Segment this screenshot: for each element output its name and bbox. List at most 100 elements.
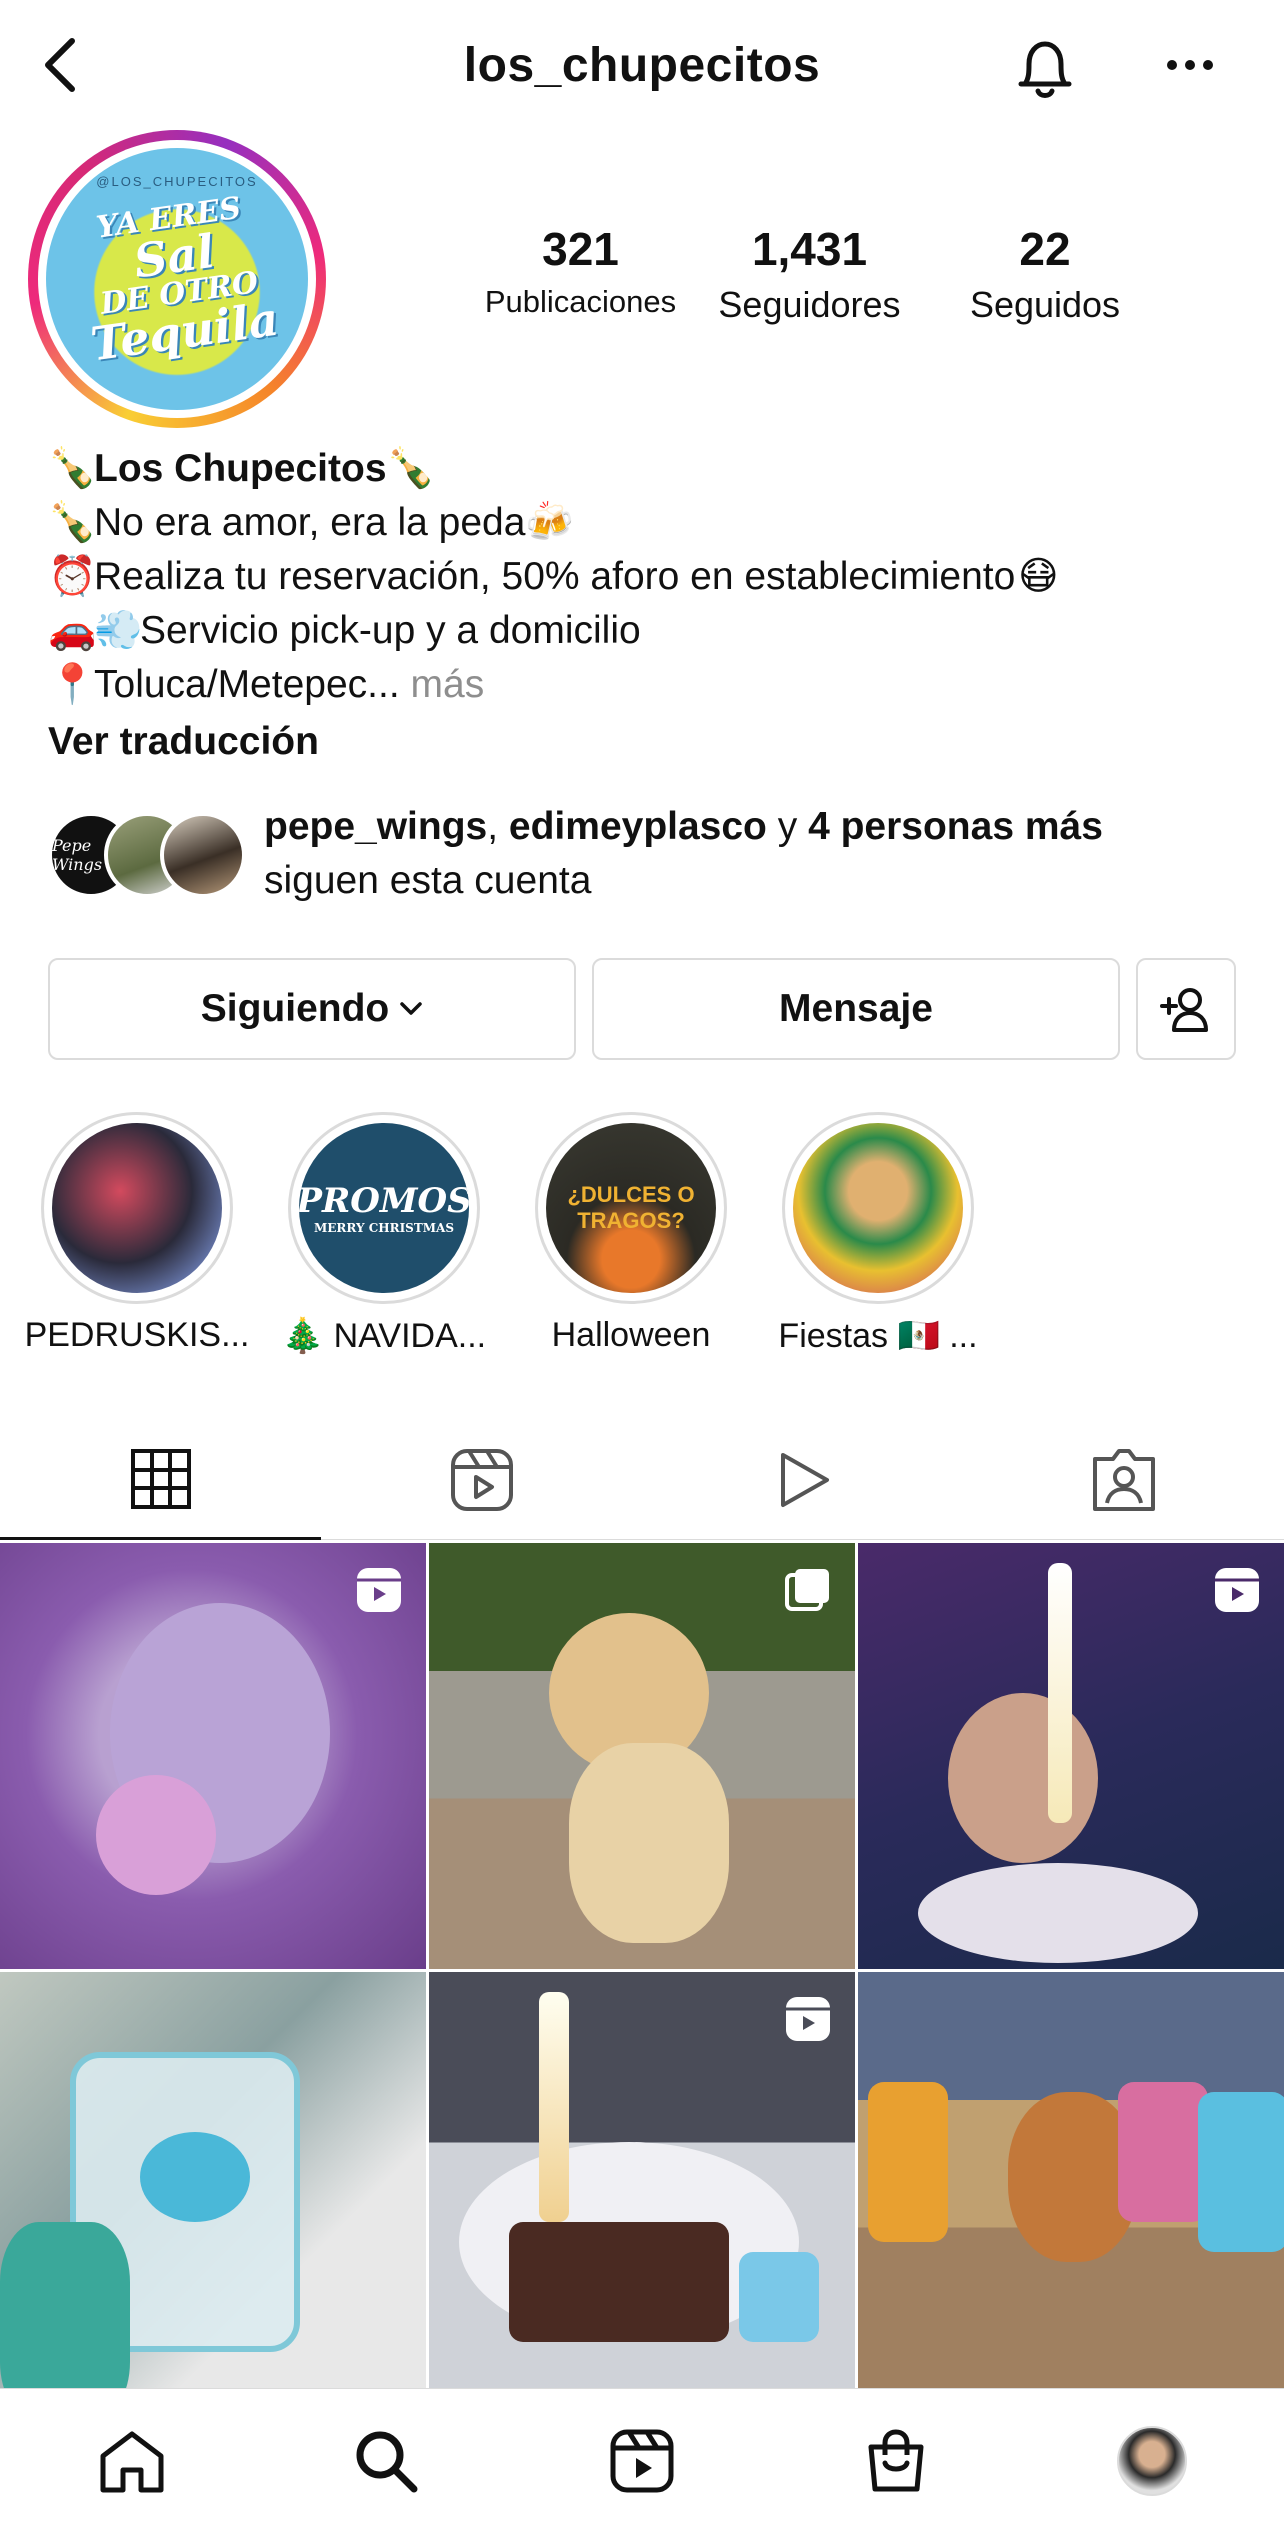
avatar-handle-text: @LOS_CHUPECITOS xyxy=(96,174,258,189)
bio-line-name: 🍾Los Chupecitos🍾 xyxy=(48,442,1248,496)
highlight-cover-text: PROMOS xyxy=(299,1181,469,1221)
message-button[interactable]: Mensaje xyxy=(592,958,1120,1060)
story-highlights: PEDRUSKIS... PROMOS MERRY CHRISTMAS 🎄 NAV… xyxy=(0,1112,1284,1372)
tab-videos[interactable] xyxy=(642,1420,963,1540)
post-image-detail xyxy=(569,1743,729,1943)
post-image-detail xyxy=(509,2222,729,2342)
stat-following-value: 22 xyxy=(1019,223,1071,275)
search-icon xyxy=(356,2431,418,2493)
post-image-detail xyxy=(140,2132,250,2222)
add-user-icon xyxy=(1160,988,1208,1032)
notifications-button[interactable] xyxy=(1005,30,1085,105)
profile-avatar-ring[interactable]: @LOS_CHUPECITOS YA ERES Sal DE OTRO Tequ… xyxy=(28,130,326,428)
profile-avatar xyxy=(1117,2426,1187,2496)
followed-by-text: pepe_wings, edimeyplasco y 4 personas má… xyxy=(264,800,1103,908)
bio-line-3: ⏰Realiza tu reservación, 50% aforo en es… xyxy=(48,550,1248,604)
post-image-detail xyxy=(539,1992,569,2222)
highlight-label: PEDRUSKIS... xyxy=(24,1316,250,1354)
post-image-detail xyxy=(0,2222,130,2398)
highlight-cover-text: ¿DULCES O TRAGOS? xyxy=(567,1182,695,1233)
grid-icon xyxy=(130,1448,191,1509)
clock-emoji: ⏰ xyxy=(48,554,97,599)
profile-bio: 🍾Los Chupecitos🍾 🍾No era amor, era la pe… xyxy=(48,442,1248,712)
page-title: los_chupecitos xyxy=(463,39,821,92)
post-thumbnail[interactable] xyxy=(0,1972,426,2398)
see-translation-link[interactable]: Ver traducción xyxy=(48,720,319,764)
post-image-detail xyxy=(739,2252,819,2342)
stat-following-label: Seguidos xyxy=(969,284,1121,325)
stat-posts-value: 321 xyxy=(542,223,619,275)
stat-followers[interactable]: 1,431 Seguidores xyxy=(702,222,917,326)
post-thumbnail[interactable] xyxy=(429,1972,855,2398)
suggested-users-button[interactable] xyxy=(1136,958,1236,1060)
bottle-emoji: 🍾 xyxy=(48,446,97,491)
follower-conjunction: y xyxy=(777,805,798,848)
shop-icon xyxy=(868,2429,924,2492)
top-bar: los_chupecitos xyxy=(0,0,1284,130)
reel-badge-icon xyxy=(1215,1568,1259,1612)
post-image-detail xyxy=(1198,2092,1284,2252)
bottle-emoji: 🍾 xyxy=(48,500,97,545)
post-image-detail xyxy=(1118,2082,1208,2222)
bio-text-5: Toluca/Metepec... xyxy=(94,663,400,706)
bio-line-5: 📍Toluca/Metepec... más xyxy=(48,658,1248,712)
post-thumbnail[interactable] xyxy=(858,1972,1284,2398)
chevron-down-icon xyxy=(400,1002,422,1015)
carousel-badge-icon xyxy=(785,1569,829,1611)
highlight-label: 🎄 NAVIDA... xyxy=(281,1317,487,1355)
highlight-item[interactable]: Fiestas 🇲🇽 ... xyxy=(753,1112,1003,1356)
message-label: Mensaje xyxy=(779,987,933,1030)
highlight-item[interactable]: PROMOS MERRY CHRISTMAS 🎄 NAVIDA... xyxy=(259,1112,509,1356)
nav-search[interactable] xyxy=(336,2411,436,2511)
nav-reels[interactable] xyxy=(592,2411,692,2511)
dash-emoji: 💨 xyxy=(94,608,143,653)
highlight-ring xyxy=(782,1112,974,1304)
stat-following[interactable]: 22 Seguidos xyxy=(945,222,1145,326)
follower-others: 4 personas más xyxy=(808,805,1103,848)
post-thumbnail[interactable] xyxy=(858,1543,1284,1969)
highlight-ring: PROMOS MERRY CHRISTMAS xyxy=(288,1112,480,1304)
stat-followers-value: 1,431 xyxy=(751,223,868,275)
stat-posts-label: Publicaciones xyxy=(484,284,677,319)
post-image-detail xyxy=(96,1775,216,1895)
bio-text-4: Servicio pick-up y a domicilio xyxy=(140,609,641,652)
profile-avatar-frame: @LOS_CHUPECITOS YA ERES Sal DE OTRO Tequ… xyxy=(38,140,316,418)
following-label: Siguiendo xyxy=(200,987,390,1030)
follower-comma: , xyxy=(487,805,499,848)
profile-avatar: @LOS_CHUPECITOS YA ERES Sal DE OTRO Tequ… xyxy=(46,148,308,410)
stat-posts[interactable]: 321 Publicaciones xyxy=(468,222,693,320)
bio-text-2: No era amor, era la peda xyxy=(94,501,526,544)
bio-line-4: 🚗💨Servicio pick-up y a domicilio xyxy=(48,604,1248,658)
ellipsis-icon xyxy=(1167,60,1213,70)
highlight-cover: ¿DULCES O TRAGOS? xyxy=(546,1123,716,1293)
bell-icon xyxy=(1018,41,1072,98)
highlight-ring: ¿DULCES O TRAGOS? xyxy=(535,1112,727,1304)
more-options-button[interactable] xyxy=(1150,30,1230,100)
tab-posts-grid[interactable] xyxy=(0,1420,321,1540)
bio-more-link[interactable]: más xyxy=(411,663,485,706)
tagged-icon xyxy=(1092,1449,1155,1511)
profile-actions: Siguiendo Mensaje xyxy=(48,958,1236,1060)
highlight-item[interactable]: PEDRUSKIS... xyxy=(12,1112,262,1355)
post-image-detail xyxy=(1048,1563,1072,1823)
highlight-cover: PROMOS MERRY CHRISTMAS xyxy=(299,1123,469,1293)
follower-user-1: pepe_wings xyxy=(264,805,488,848)
tab-reels[interactable] xyxy=(321,1420,642,1540)
follower-user-2: edimeyplasco xyxy=(508,805,767,848)
post-thumbnail[interactable] xyxy=(0,1543,426,1969)
followed-by-section[interactable]: Pepe Wings pepe_wings, edimeyplasco y 4 … xyxy=(48,800,1248,902)
nav-home[interactable] xyxy=(82,2411,182,2511)
profile-display-name: Los Chupecitos xyxy=(94,447,387,490)
mask-emoji: 😷 xyxy=(1018,554,1059,599)
tab-tagged[interactable] xyxy=(963,1420,1284,1540)
following-button[interactable]: Siguiendo xyxy=(48,958,576,1060)
profile-tabs xyxy=(0,1420,1284,1540)
post-thumbnail[interactable] xyxy=(429,1543,855,1969)
avatar-logo-text: YA ERES Sal DE OTRO Tequila xyxy=(73,191,281,372)
follower-avatar-3 xyxy=(160,812,246,898)
highlight-item[interactable]: ¿DULCES O TRAGOS? Halloween xyxy=(506,1112,756,1355)
nav-profile[interactable] xyxy=(1102,2411,1202,2511)
reel-badge-icon xyxy=(357,1568,401,1612)
bio-text-3: Realiza tu reservación, 50% aforo en est… xyxy=(94,555,1016,598)
nav-shop[interactable] xyxy=(846,2411,946,2511)
